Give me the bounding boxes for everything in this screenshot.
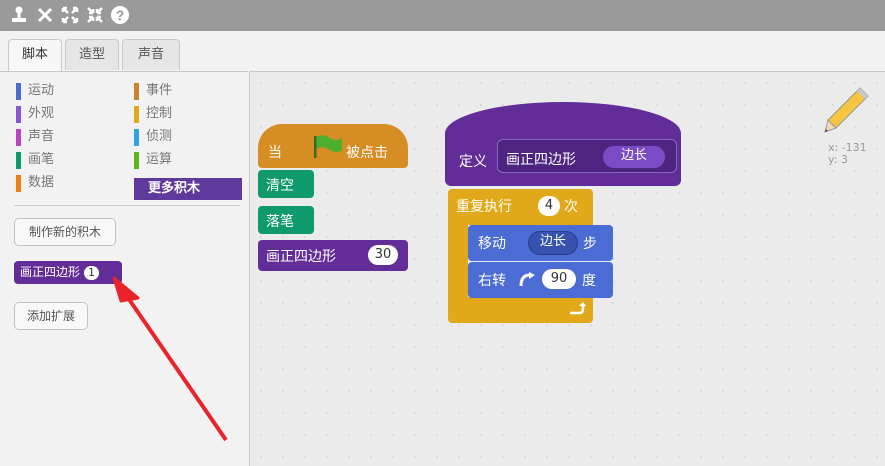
annotation-arrow bbox=[112, 276, 228, 442]
